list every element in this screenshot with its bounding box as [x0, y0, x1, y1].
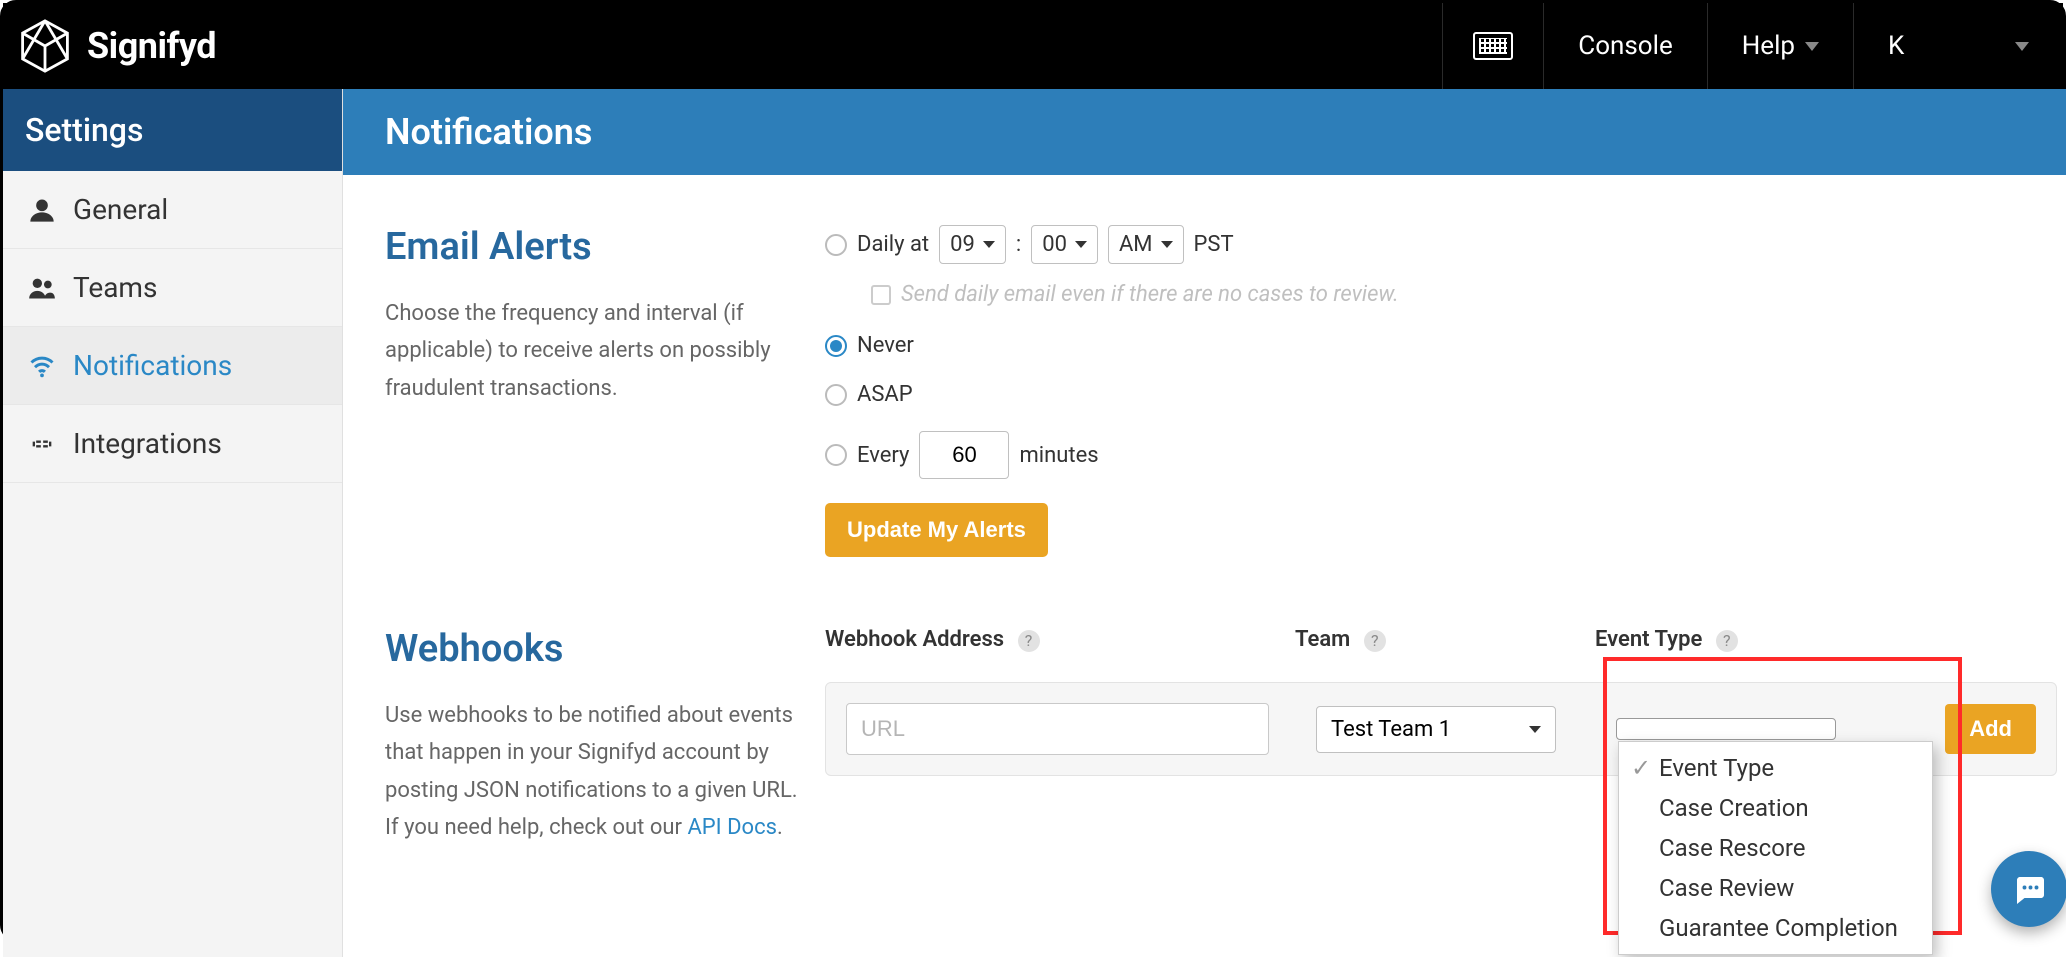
- nav-user-menu[interactable]: K: [1853, 3, 2063, 89]
- frequency-asap-row: ASAP: [825, 382, 2057, 407]
- event-option[interactable]: Case Review: [1619, 868, 1932, 908]
- radio-never[interactable]: [825, 335, 847, 357]
- nav-help-label: Help: [1742, 31, 1795, 61]
- email-alerts-title: Email Alerts: [385, 225, 805, 269]
- webhook-column-headers: Webhook Address ? Team ? Event Type ?: [825, 627, 2057, 652]
- event-option[interactable]: Case Rescore: [1619, 828, 1932, 868]
- daily-minute-select[interactable]: 00: [1031, 225, 1098, 264]
- main: Notifications Email Alerts Choose the fr…: [343, 89, 2066, 957]
- api-docs-link[interactable]: API Docs: [687, 815, 777, 840]
- send-empty-checkbox[interactable]: [871, 285, 891, 305]
- webhooks-title: Webhooks: [385, 627, 805, 671]
- help-icon[interactable]: ?: [1716, 630, 1738, 652]
- never-label: Never: [857, 333, 914, 358]
- topbar: Signifyd Console Help K: [3, 3, 2063, 89]
- sidebar: Settings General Teams Notifications Int…: [3, 89, 343, 957]
- chat-icon: [2011, 871, 2047, 907]
- event-type-dropdown: Event Type Case Creation Case Rescore Ca…: [1618, 741, 1933, 955]
- chevron-down-icon: [1529, 726, 1541, 733]
- send-empty-row: Send daily email even if there are no ca…: [871, 282, 2057, 307]
- daily-ampm-select[interactable]: AM: [1108, 225, 1184, 264]
- radio-every[interactable]: [825, 444, 847, 466]
- section-email-alerts: Email Alerts Choose the frequency and in…: [385, 225, 2057, 557]
- webhook-url-input[interactable]: [846, 703, 1269, 755]
- logo-icon: [17, 18, 73, 74]
- event-type-select[interactable]: [1616, 718, 1836, 740]
- send-empty-label: Send daily email even if there are no ca…: [901, 282, 1399, 307]
- sidebar-item-integrations[interactable]: Integrations: [3, 405, 342, 483]
- help-icon[interactable]: ?: [1364, 630, 1386, 652]
- chat-widget-button[interactable]: [1991, 851, 2066, 927]
- daily-hour-value: 09: [950, 232, 975, 257]
- chevron-down-icon: [2015, 42, 2029, 51]
- daily-label: Daily at: [857, 232, 929, 257]
- daily-hour-select[interactable]: 09: [939, 225, 1006, 264]
- minutes-label: minutes: [1019, 443, 1098, 468]
- chevron-down-icon: [983, 241, 995, 248]
- radio-asap[interactable]: [825, 384, 847, 406]
- update-alerts-button[interactable]: Update My Alerts: [825, 503, 1048, 557]
- event-option[interactable]: Guarantee Completion: [1619, 908, 1932, 948]
- add-webhook-button[interactable]: Add: [1945, 704, 2036, 754]
- team-select[interactable]: Test Team 1: [1316, 706, 1556, 753]
- wifi-icon: [27, 351, 57, 381]
- nav-console[interactable]: Console: [1543, 3, 1706, 89]
- frequency-never-row: Never: [825, 333, 2057, 358]
- frequency-every-row: Every minutes: [825, 431, 2057, 479]
- daily-ampm-value: AM: [1119, 232, 1153, 257]
- brand-name: Signifyd: [87, 25, 216, 67]
- keyboard-icon: [1473, 32, 1513, 60]
- every-minutes-input[interactable]: [919, 431, 1009, 479]
- page-title: Notifications: [343, 89, 2066, 175]
- email-alerts-description: Choose the frequency and interval (if ap…: [385, 295, 805, 407]
- brand-logo-box[interactable]: Signifyd: [3, 6, 236, 86]
- col-address-label: Webhook Address: [825, 627, 1004, 652]
- every-label: Every: [857, 443, 909, 468]
- sidebar-item-label: General: [73, 193, 168, 226]
- sidebar-item-label: Integrations: [73, 427, 222, 460]
- timezone-label: PST: [1194, 232, 1234, 257]
- user-initial: K: [1888, 31, 1904, 61]
- sidebar-title: Settings: [3, 89, 342, 171]
- webhooks-desc-suffix: .: [777, 815, 783, 840]
- nav-console-label: Console: [1578, 31, 1672, 61]
- user-icon: [27, 195, 57, 225]
- chevron-down-icon: [1161, 241, 1173, 248]
- col-team-label: Team: [1295, 627, 1350, 652]
- sidebar-item-general[interactable]: General: [3, 171, 342, 249]
- nav-help[interactable]: Help: [1707, 3, 1853, 89]
- keyboard-shortcuts-button[interactable]: [1442, 3, 1543, 89]
- users-icon: [27, 273, 57, 303]
- asap-label: ASAP: [857, 382, 913, 407]
- chevron-down-icon: [1805, 42, 1819, 51]
- daily-minute-value: 00: [1042, 232, 1067, 257]
- frequency-daily-row: Daily at 09 : 00 AM: [825, 225, 2057, 264]
- plug-icon: [27, 429, 57, 459]
- event-option[interactable]: Case Creation: [1619, 788, 1932, 828]
- team-select-value: Test Team 1: [1331, 717, 1451, 742]
- col-event-label: Event Type: [1595, 627, 1702, 652]
- webhooks-description: Use webhooks to be notified about events…: [385, 697, 805, 847]
- sidebar-item-label: Teams: [73, 271, 157, 304]
- sidebar-item-label: Notifications: [73, 349, 232, 382]
- event-option[interactable]: Event Type: [1619, 748, 1932, 788]
- sidebar-item-notifications[interactable]: Notifications: [3, 327, 342, 405]
- help-icon[interactable]: ?: [1018, 630, 1040, 652]
- sidebar-item-teams[interactable]: Teams: [3, 249, 342, 327]
- radio-daily[interactable]: [825, 234, 847, 256]
- chevron-down-icon: [1075, 241, 1087, 248]
